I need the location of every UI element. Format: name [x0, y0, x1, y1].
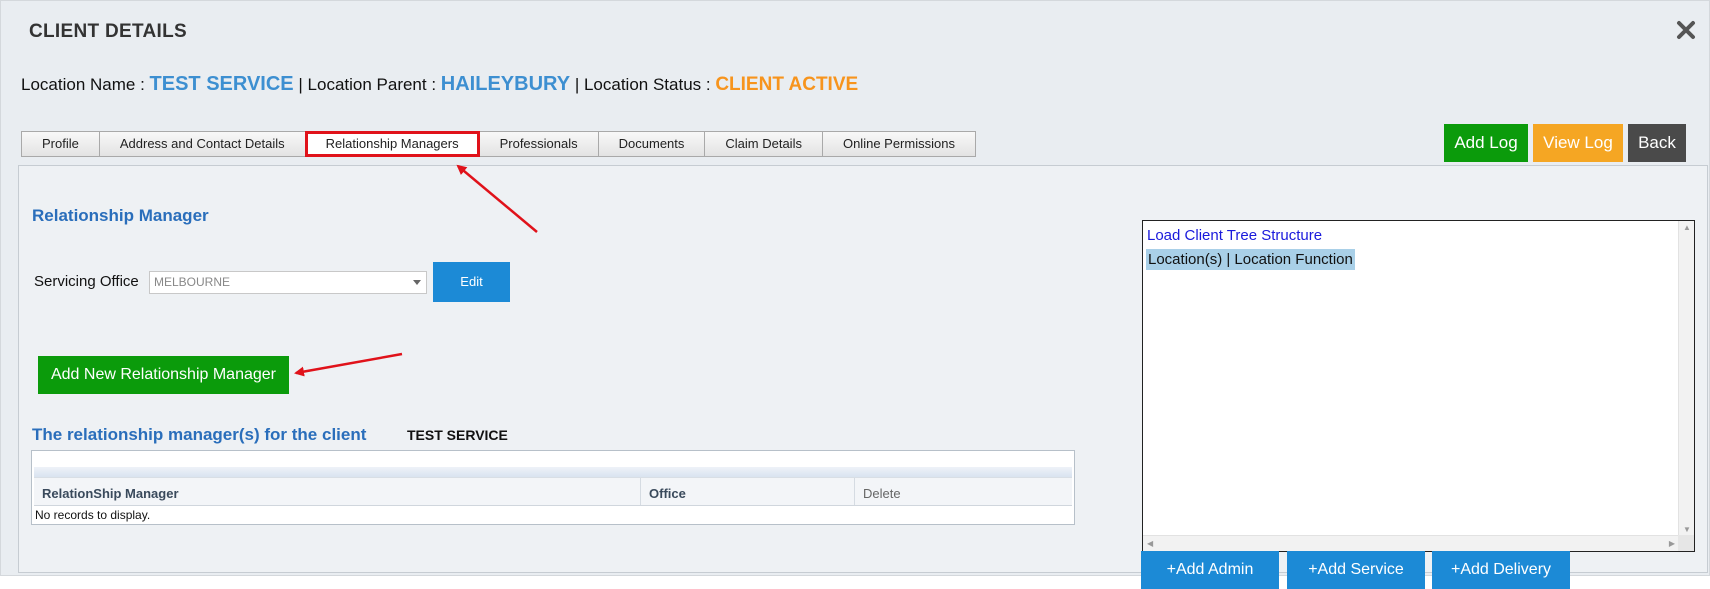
location-status-value: CLIENT ACTIVE [715, 74, 859, 95]
grid-empty-message: No records to display. [35, 508, 151, 522]
tab-profile[interactable]: Profile [21, 131, 100, 157]
relationship-manager-heading: Relationship Manager [32, 206, 209, 225]
location-info-line: Location Name : TEST SERVICE | Location … [21, 73, 858, 96]
location-status-label: | Location Status : [574, 75, 711, 94]
tab-claim-details[interactable]: Claim Details [704, 131, 823, 157]
tab-relationship-managers[interactable]: Relationship Managers [304, 131, 480, 157]
servicing-office-value: MELBOURNE [154, 275, 231, 289]
close-icon[interactable] [1673, 17, 1699, 43]
add-service-button[interactable]: +Add Service [1287, 551, 1425, 589]
location-parent-value: HAILEYBURY [440, 73, 571, 95]
scroll-right-icon[interactable]: ▶ [1669, 539, 1675, 548]
location-name-label: Location Name : [21, 75, 145, 94]
scroll-up-icon[interactable]: ▲ [1683, 223, 1691, 232]
back-button[interactable]: Back [1628, 124, 1686, 162]
servicing-office-select[interactable]: MELBOURNE [149, 271, 427, 294]
add-admin-button[interactable]: +Add Admin [1141, 551, 1279, 589]
edit-button[interactable]: Edit [433, 262, 510, 302]
scrollbar-corner [1678, 535, 1694, 551]
tab-bar: Profile Address and Contact Details Rela… [21, 131, 976, 157]
add-log-button[interactable]: Add Log [1444, 124, 1528, 162]
grid-header-row: RelationShip Manager Office Delete [34, 477, 1072, 506]
tab-documents[interactable]: Documents [597, 131, 706, 157]
tab-professionals[interactable]: Professionals [478, 131, 599, 157]
relationship-managers-grid: RelationShip Manager Office Delete No re… [31, 450, 1075, 525]
client-details-dialog: CLIENT DETAILS Location Name : TEST SERV… [0, 0, 1710, 576]
servicing-office-label: Servicing Office [34, 273, 139, 290]
dialog-title: CLIENT DETAILS [29, 21, 187, 42]
load-client-tree-link[interactable]: Load Client Tree Structure [1147, 227, 1322, 244]
scroll-down-icon[interactable]: ▼ [1683, 525, 1691, 534]
tab-address-contact[interactable]: Address and Contact Details [98, 131, 306, 157]
add-new-relationship-manager-button[interactable]: Add New Relationship Manager [38, 356, 289, 394]
client-tree-panel[interactable]: Load Client Tree Structure Location(s) |… [1142, 220, 1695, 552]
view-log-button[interactable]: View Log [1533, 124, 1623, 162]
tab-online-permissions[interactable]: Online Permissions [821, 131, 976, 157]
column-header-office[interactable]: Office [640, 478, 854, 505]
column-header-delete: Delete [854, 478, 1072, 505]
relationship-list-heading: The relationship manager(s) for the clie… [32, 425, 367, 444]
client-name-label: TEST SERVICE [407, 427, 508, 443]
grid-header-band [34, 467, 1072, 477]
chevron-down-icon [413, 280, 421, 285]
location-parent-label: | Location Parent : [298, 75, 437, 94]
horizontal-scrollbar[interactable]: ◀ ▶ [1143, 535, 1679, 551]
tree-node-location-function[interactable]: Location(s) | Location Function [1146, 249, 1355, 270]
scroll-left-icon[interactable]: ◀ [1147, 539, 1153, 548]
vertical-scrollbar[interactable]: ▲ ▼ [1678, 221, 1694, 536]
column-header-relationship-manager[interactable]: RelationShip Manager [34, 478, 640, 505]
location-name-value: TEST SERVICE [149, 73, 294, 95]
add-delivery-button[interactable]: +Add Delivery [1432, 551, 1570, 589]
